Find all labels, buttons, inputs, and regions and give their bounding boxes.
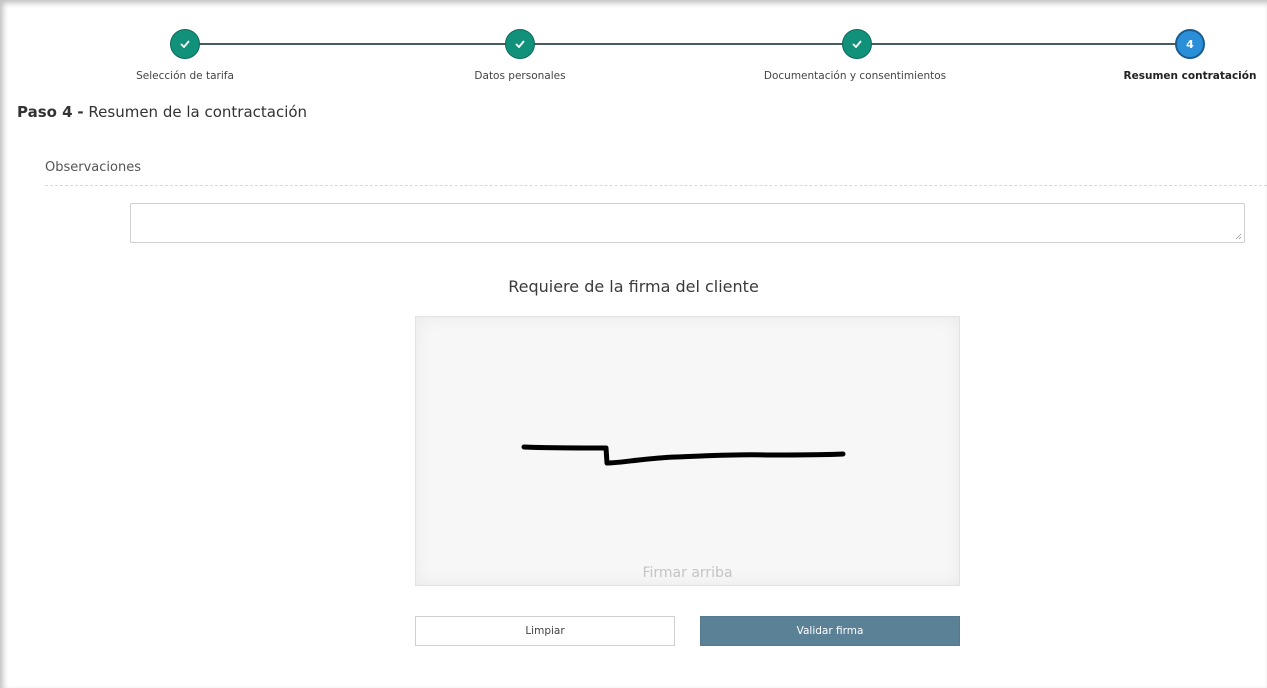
signature-heading: Requiere de la firma del cliente — [508, 277, 759, 296]
resize-handle-icon[interactable] — [1235, 233, 1242, 240]
title-separator: - — [77, 103, 84, 121]
validate-signature-button[interactable]: Validar firma — [700, 616, 960, 646]
signature-stroke — [521, 444, 846, 466]
step-number: 4 — [1186, 37, 1194, 51]
step-4-active-indicator: 4 — [1175, 29, 1205, 59]
check-icon — [515, 40, 525, 48]
check-icon — [852, 40, 862, 48]
stepper-track — [183, 43, 1191, 45]
step-1-complete-indicator — [170, 29, 200, 59]
step-3-complete-indicator — [842, 29, 872, 59]
observations-textarea[interactable] — [130, 203, 1245, 243]
step-label-tarifa: Selección de tarifa — [136, 70, 234, 82]
page-title-text: Resumen de la contractación — [88, 103, 308, 121]
step-prefix: Paso 4 — [17, 103, 73, 121]
page-title: Paso 4 - Resumen de la contractación — [17, 103, 307, 121]
step-2-complete-indicator — [505, 29, 535, 59]
signature-hint: Firmar arriba — [642, 565, 733, 581]
check-icon — [180, 40, 190, 48]
clear-button[interactable]: Limpiar — [415, 616, 675, 646]
progress-stepper: 4 Selección de tarifa Datos personales D… — [0, 0, 1267, 100]
step-label-datos: Datos personales — [474, 70, 566, 82]
observations-label: Observaciones — [45, 160, 141, 175]
signature-pad[interactable]: Firmar arriba — [415, 316, 960, 586]
step-label-resumen: Resumen contratación — [1123, 70, 1257, 82]
step-label-documentacion: Documentación y consentimientos — [763, 70, 947, 82]
section-divider — [45, 185, 1267, 186]
